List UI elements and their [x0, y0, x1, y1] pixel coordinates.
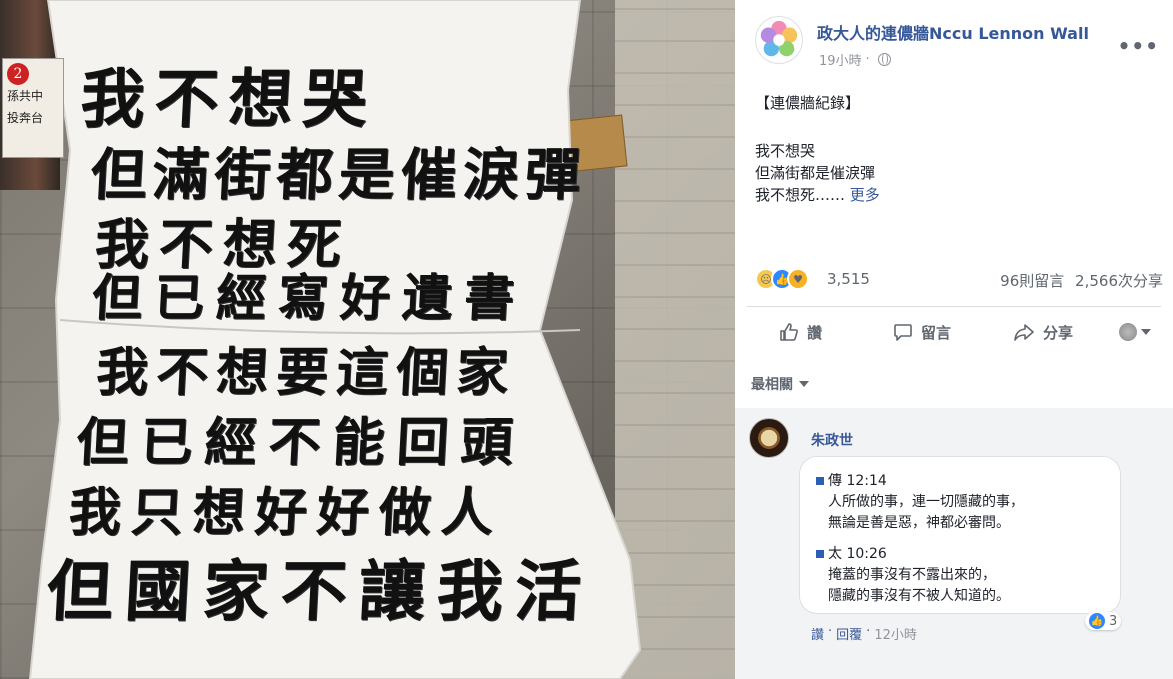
like-reaction-icon: 👍 [1089, 613, 1105, 629]
comment-like-count: 3 [1109, 613, 1118, 629]
poster-line-8: 但國家不讓我活 [44, 552, 595, 630]
like-label: 讚 [807, 323, 823, 342]
divider-top [747, 306, 1161, 307]
globe-icon [877, 53, 891, 66]
comment-button[interactable]: 留言 [893, 322, 951, 343]
page-name-link[interactable]: 政大人的連儂牆Nccu Lennon Wall [817, 20, 1089, 44]
poster-handwriting: 我不想哭 但滿街都是催淚彈 我不想死 但已經寫好遺書 我不想要這個家 但已經不能… [2, 0, 678, 679]
comment-verse: 太 10:26 掩蓋的事沒有不露出來的， 隱藏的事沒有不被人知道的。 [816, 544, 1106, 607]
post-line-3: 我不想死…… 更多 [755, 186, 880, 204]
post-tag-line: 【連儂牆紀錄】 [755, 94, 861, 112]
side-poster: 2 孫共中 投奔台 [2, 58, 64, 158]
poster-line-7: 我只想好好做人 [67, 482, 505, 543]
poster-line-1: 我不想哭 [78, 62, 379, 137]
reaction-icons[interactable]: ☹ 👍 ♥ [755, 268, 809, 290]
comment-verse: 傳 12:14 人所做的事，連一切隱藏的事， 無論是善是惡，神都必審問。 [816, 471, 1106, 534]
post-text: 【連儂牆紀錄】 我不想哭 但滿街都是催淚彈 我不想死…… 更多 [755, 92, 880, 206]
poster-line-6: 但已經不能回頭 [75, 412, 527, 473]
verse-text-line: 掩蓋的事沒有不露出來的， [828, 567, 996, 583]
comment-icon [894, 324, 912, 341]
care-reaction-icon: ♥ [787, 268, 809, 290]
shares-count[interactable]: 2,566次分享 [1075, 272, 1163, 290]
sort-label: 最相關 [751, 377, 793, 393]
comment-bubble: 傳 12:14 人所做的事，連一切隱藏的事， 無論是善是惡，神都必審問。 太 1… [799, 456, 1121, 614]
poster-line-5: 我不想要這個家 [94, 342, 518, 403]
share-label: 分享 [1043, 323, 1074, 342]
poster-line-4: 但已經寫好遺書 [90, 268, 528, 327]
thumbs-up-icon [780, 323, 798, 341]
verse-text-line: 人所做的事，連一切隱藏的事， [828, 494, 1024, 510]
verse-text-line: 無論是善是惡，神都必審問。 [828, 515, 1010, 531]
post-photo[interactable]: 我不想哭 但滿街都是催淚彈 我不想死 但已經寫好遺書 我不想要這個家 但已經不能… [0, 0, 735, 679]
comment-sort-bar: 最相關 [735, 352, 1173, 408]
viewer-avatar-icon [1119, 323, 1137, 341]
comment-like-link[interactable]: 讚 [811, 624, 824, 643]
flower-logo-icon [760, 20, 798, 57]
side-poster-number: 2 [7, 63, 29, 85]
comment-actions: 讚 · 回覆 · 12小時 [811, 624, 917, 643]
post-as-selector[interactable] [1119, 323, 1151, 341]
commenter-avatar[interactable] [749, 418, 789, 458]
share-button[interactable]: 分享 [1013, 322, 1073, 343]
comment-time[interactable]: 12小時 [874, 624, 917, 643]
post-actions: 讚 留言 分享 [735, 312, 1173, 352]
reaction-summary: ☹ 👍 ♥ 3,515 96則留言 2,566次分享 [755, 268, 1163, 292]
comments-count[interactable]: 96則留言 [1000, 272, 1064, 290]
comments-section: 朱政世 傳 12:14 人所做的事，連一切隱藏的事， 無論是善是惡，神都必審問。… [735, 408, 1173, 679]
comment-label: 留言 [921, 323, 952, 342]
caret-down-icon [1141, 329, 1151, 335]
side-poster-line-1: 孫共中 [7, 89, 44, 103]
post-time[interactable]: 19小時 [819, 50, 862, 69]
post-line-1: 我不想哭 [755, 142, 816, 160]
verse-reference: 傳 12:14 [816, 473, 887, 489]
sort-dropdown[interactable]: 最相關 [751, 374, 809, 394]
verse-reference: 太 10:26 [816, 546, 887, 562]
comment-reply-link[interactable]: 回覆 [836, 624, 862, 643]
page-avatar[interactable] [755, 16, 803, 64]
like-button[interactable]: 讚 [779, 322, 822, 343]
post-header: 政大人的連儂牆Nccu Lennon Wall 19小時 · ••• [755, 16, 1173, 76]
post-line-2: 但滿街都是催淚彈 [755, 164, 876, 182]
post-panel: 政大人的連儂牆Nccu Lennon Wall 19小時 · ••• 【連儂牆紀… [735, 0, 1173, 679]
verse-text-line: 隱藏的事沒有不被人知道的。 [828, 588, 1010, 604]
poster-line-2: 但滿街都是催淚彈 [88, 142, 589, 208]
more-dots-icon[interactable]: ••• [1118, 34, 1159, 58]
see-more-link[interactable]: 更多 [850, 186, 880, 204]
comment-reactions[interactable]: 👍 3 [1085, 612, 1122, 630]
reaction-count[interactable]: 3,515 [827, 270, 870, 288]
post-meta: 19小時 · [819, 50, 891, 69]
engagement-counts: 96則留言 2,566次分享 [994, 270, 1163, 291]
commenter-name[interactable]: 朱政世 [811, 430, 853, 450]
caret-down-icon [799, 381, 809, 387]
share-arrow-icon [1014, 324, 1034, 341]
side-poster-line-2: 投奔台 [7, 111, 44, 125]
